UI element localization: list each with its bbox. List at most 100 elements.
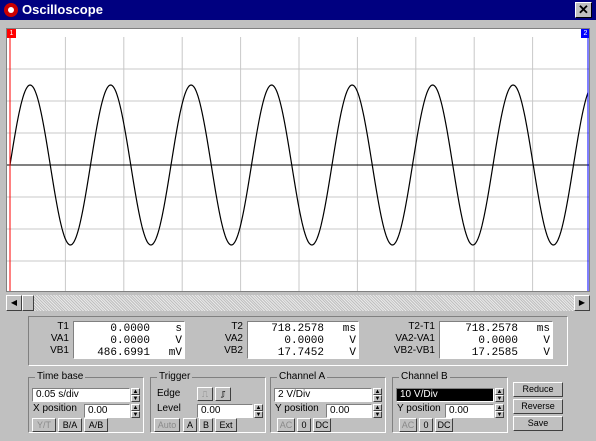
- edge-label: Edge: [157, 388, 181, 399]
- t1-readout-box: 0.0000 0.0000 486.6991 s V mV: [73, 321, 185, 359]
- spin-down-icon[interactable]: ▼: [131, 395, 140, 402]
- channel-b-dc-button[interactable]: DC: [435, 418, 453, 432]
- scroll-thumb[interactable]: [22, 295, 34, 311]
- save-button[interactable]: Save: [513, 416, 563, 431]
- readout-label: T2-T1: [408, 321, 435, 332]
- channel-a-group: Channel A 2 V/Div ▲ ▼ Y position 0.00 ▲ ▼ …: [270, 371, 386, 433]
- trigger-group: Trigger Edge ⎍ ⎎ Level 0.00 ▲ ▼ Auto A B …: [150, 371, 266, 433]
- timebase-scale-select[interactable]: 0.05 s/div: [32, 388, 130, 402]
- spin-up-icon[interactable]: ▲: [495, 388, 504, 395]
- spin-down-icon[interactable]: ▼: [495, 395, 504, 402]
- channel-b-ac-button[interactable]: AC: [399, 418, 417, 432]
- title-bar: Oscilloscope ✕: [0, 0, 596, 20]
- channel-b-group: Channel B 10 V/Div ▲ ▼ Y position 0.00 ▲ ▼…: [392, 371, 508, 433]
- readout-label: T2: [231, 321, 243, 332]
- trigger-a-button[interactable]: A: [183, 418, 197, 432]
- readout-label: VA1: [50, 333, 69, 344]
- readout-unit: V: [349, 335, 356, 347]
- spin-down-icon[interactable]: ▼: [373, 411, 382, 418]
- channel-a-ypos-spinner[interactable]: ▲ ▼: [373, 404, 382, 418]
- readout-value: 718.2578: [465, 323, 518, 335]
- spin-down-icon[interactable]: ▼: [373, 395, 382, 402]
- scroll-track[interactable]: [22, 295, 574, 311]
- app-icon: [4, 3, 18, 17]
- readout-unit: ms: [536, 323, 550, 335]
- xpos-input[interactable]: 0.00: [84, 404, 130, 418]
- cursor-t2-handle[interactable]: 2: [581, 29, 589, 38]
- rising-edge-icon[interactable]: ⎍: [197, 387, 213, 401]
- spin-up-icon[interactable]: ▲: [131, 388, 140, 395]
- yt-button[interactable]: Y/T: [32, 418, 56, 432]
- cursor-readout-panel: T1 VA1 VB1 0.0000 0.0000 486.6991 s V mV…: [28, 316, 568, 366]
- spin-up-icon[interactable]: ▲: [373, 404, 382, 411]
- scope-graticule: [7, 29, 589, 291]
- readout-unit: V: [543, 335, 550, 347]
- spin-up-icon[interactable]: ▲: [131, 404, 140, 411]
- level-input[interactable]: 0.00: [197, 404, 253, 418]
- channel-a-scale-select[interactable]: 2 V/Div: [274, 388, 372, 402]
- auto-trigger-button[interactable]: Auto: [154, 418, 180, 432]
- reduce-button[interactable]: Reduce: [513, 382, 563, 397]
- readout-label: VA2-VA1: [395, 333, 435, 344]
- cursor-t1-handle[interactable]: 1: [7, 29, 16, 38]
- timebase-group: Time base 0.05 s/div ▲ ▼ X position 0.00 …: [28, 371, 144, 433]
- falling-edge-icon[interactable]: ⎎: [215, 387, 231, 401]
- close-icon: ✕: [578, 2, 589, 17]
- scope-display[interactable]: 1 2: [6, 28, 590, 292]
- trigger-ext-button[interactable]: Ext: [215, 418, 237, 432]
- t2-readout-box: 718.2578 0.0000 17.7452 ms V V: [247, 321, 359, 359]
- readout-value: 0.0000: [478, 335, 518, 347]
- level-spinner[interactable]: ▲ ▼: [254, 404, 263, 418]
- readout-label: T1: [57, 321, 69, 332]
- readout-value: 486.6991: [97, 347, 150, 359]
- reverse-button[interactable]: Reverse: [513, 399, 563, 414]
- readout-label: VB2: [224, 345, 243, 356]
- readout-value: 718.2578: [271, 323, 324, 335]
- channel-b-scale-select[interactable]: 10 V/Div: [396, 388, 494, 402]
- readout-value: 0.0000: [110, 323, 150, 335]
- channel-a-ypos-label: Y position: [275, 403, 319, 414]
- ab-button[interactable]: A/B: [84, 418, 108, 432]
- time-scrollbar[interactable]: ◀ ▶: [6, 295, 590, 311]
- channel-b-zero-button[interactable]: 0: [419, 418, 433, 432]
- channel-b-title: Channel B: [399, 371, 450, 382]
- trigger-b-button[interactable]: B: [199, 418, 213, 432]
- arrow-right-icon: ▶: [578, 298, 586, 307]
- xpos-label: X position: [33, 403, 77, 414]
- readout-label: VB1: [50, 345, 69, 356]
- scroll-right-button[interactable]: ▶: [574, 295, 590, 311]
- channel-a-title: Channel A: [277, 371, 328, 382]
- readout-label: VB2-VB1: [393, 345, 435, 356]
- spin-down-icon[interactable]: ▼: [495, 411, 504, 418]
- spin-up-icon[interactable]: ▲: [254, 404, 263, 411]
- trigger-title: Trigger: [157, 371, 193, 382]
- readout-unit: ms: [342, 323, 356, 335]
- channel-b-scale-spinner[interactable]: ▲ ▼: [495, 388, 504, 402]
- readout-label: VA2: [224, 333, 243, 344]
- close-button[interactable]: ✕: [575, 2, 592, 18]
- channel-b-ypos-spinner[interactable]: ▲ ▼: [495, 404, 504, 418]
- spin-up-icon[interactable]: ▲: [373, 388, 382, 395]
- channel-a-ypos-input[interactable]: 0.00: [326, 404, 372, 418]
- channel-a-dc-button[interactable]: DC: [313, 418, 331, 432]
- readout-unit: s: [175, 323, 182, 335]
- arrow-left-icon: ◀: [10, 298, 18, 307]
- channel-b-ypos-label: Y position: [397, 403, 441, 414]
- xpos-spinner[interactable]: ▲ ▼: [131, 404, 140, 418]
- scroll-left-button[interactable]: ◀: [6, 295, 22, 311]
- diff-readout-box: 718.2578 0.0000 17.2585 ms V V: [439, 321, 553, 359]
- readout-value: 17.2585: [471, 347, 518, 359]
- readout-unit: V: [543, 347, 550, 359]
- window-title: Oscilloscope: [22, 2, 103, 17]
- spin-up-icon[interactable]: ▲: [495, 404, 504, 411]
- readout-unit: V: [349, 347, 356, 359]
- spin-down-icon[interactable]: ▼: [254, 411, 263, 418]
- ba-button[interactable]: B/A: [58, 418, 82, 432]
- channel-b-ypos-input[interactable]: 0.00: [445, 404, 494, 418]
- timebase-title: Time base: [35, 371, 86, 382]
- timebase-spinner[interactable]: ▲ ▼: [131, 388, 140, 402]
- channel-a-zero-button[interactable]: 0: [297, 418, 311, 432]
- spin-down-icon[interactable]: ▼: [131, 411, 140, 418]
- channel-a-ac-button[interactable]: AC: [277, 418, 295, 432]
- channel-a-scale-spinner[interactable]: ▲ ▼: [373, 388, 382, 402]
